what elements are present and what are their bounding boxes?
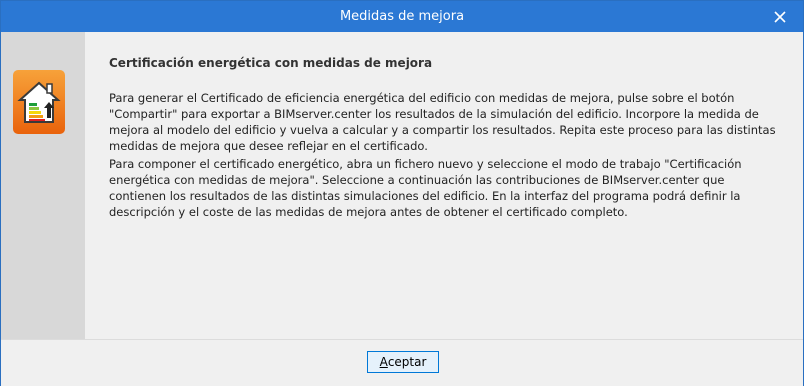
close-icon [774, 10, 786, 23]
title-bar[interactable]: Medidas de mejora [1, 1, 803, 32]
close-button[interactable] [757, 1, 803, 32]
message-paragraph-2: Para componer el certificado energético,… [109, 157, 742, 219]
accept-button[interactable]: Aceptar [367, 351, 439, 373]
icon-panel [1, 32, 85, 339]
dialog-window: Medidas de mejora Certificación energéti… [0, 0, 804, 386]
energy-certificate-house-icon [13, 70, 65, 134]
dialog-footer: Aceptar [1, 339, 803, 386]
message-paragraph-1: Para generar el Certificado de eficienci… [109, 91, 776, 153]
window-title: Medidas de mejora [339, 9, 465, 24]
accept-label: ceptar [387, 355, 427, 369]
accept-mnemonic: A [379, 355, 388, 369]
message-content: Certificación energética con medidas de … [85, 32, 803, 339]
message-heading: Certificación energética con medidas de … [109, 56, 433, 70]
